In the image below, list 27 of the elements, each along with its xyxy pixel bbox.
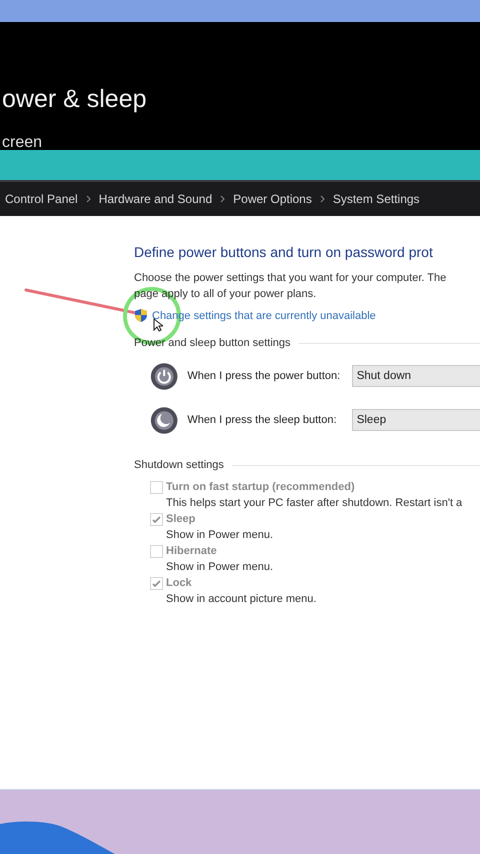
description-text: Choose the power settings that you want for your computer. The xyxy=(134,271,448,286)
chevron-icon xyxy=(220,195,226,203)
option-description: Show in Power menu. xyxy=(166,529,274,541)
section-title: creen xyxy=(2,136,44,150)
setting-label: When I press the power button: xyxy=(187,370,342,382)
action-dropdown[interactable]: Sleep xyxy=(352,409,480,431)
chevron-icon xyxy=(320,195,325,203)
option-label: Hibernate xyxy=(166,545,218,558)
breadcrumb-item[interactable]: Hardware and Sound xyxy=(98,192,212,206)
power-icon xyxy=(150,360,178,392)
section-heading: Shutdown settings xyxy=(134,459,224,471)
moon-icon xyxy=(150,404,178,436)
page-heading: Define power buttons and turn on password prot xyxy=(134,244,434,260)
breadcrumb-item[interactable]: System Settings xyxy=(332,192,420,206)
page-title: ower & sleep xyxy=(2,85,148,114)
chevron-icon xyxy=(86,195,91,203)
option-label: Lock xyxy=(166,577,193,590)
shield-icon xyxy=(134,308,148,323)
setting-label: When I press the sleep button: xyxy=(187,414,338,426)
breadcrumb-item[interactable]: Power Options xyxy=(233,192,312,206)
option-description: Show in Power menu. xyxy=(166,561,274,573)
option-description: This helps start your PC faster after shutdown. Restart isn't a xyxy=(166,497,464,509)
option-label: Turn on fast startup (recommended) xyxy=(166,481,356,494)
action-dropdown[interactable]: Shut down xyxy=(352,365,480,387)
breadcrumb-item[interactable]: Control Panel xyxy=(5,192,78,206)
option-label: Sleep xyxy=(166,513,196,526)
option-description: Show in account picture menu. xyxy=(166,593,318,605)
